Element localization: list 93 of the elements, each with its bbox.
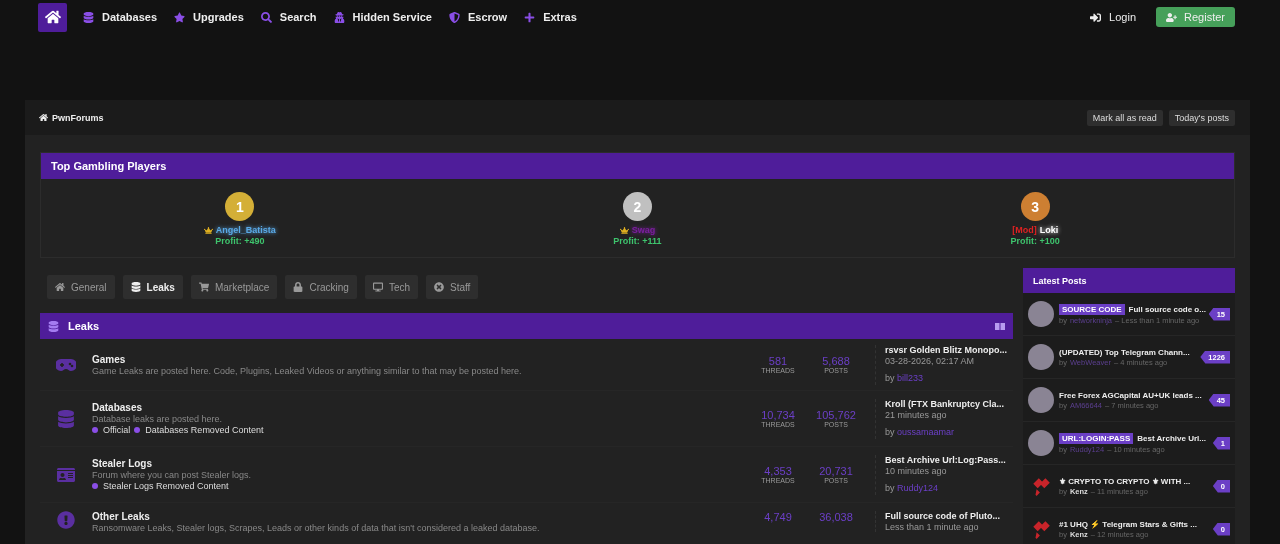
forum-title[interactable]: Games <box>92 353 749 365</box>
post-count: 5,688 <box>822 355 850 367</box>
home-icon <box>44 9 61 25</box>
by-label: by <box>885 426 896 437</box>
cart-icon <box>198 282 209 292</box>
last-post-time: 03-28-2026, 02:17 AM <box>885 355 976 366</box>
toolbar-button[interactable]: Mark all as read <box>1086 109 1163 126</box>
role-tag: [Mod] <box>1012 225 1037 235</box>
nav-link[interactable]: Escrow <box>449 11 508 23</box>
post-title[interactable]: #1 UHQ ⚡ Telegram Stars & Gifts ... <box>1059 519 1197 529</box>
prefix-tag: SOURCE CODE <box>1059 303 1125 315</box>
by-label: by <box>885 482 896 493</box>
category-tab[interactable]: Tech <box>364 275 418 299</box>
forum-description: Database leaks are posted here. <box>92 414 224 424</box>
sidebar-title: Latest Posts <box>1023 268 1235 293</box>
last-post-title[interactable]: rsvsr Golden Blitz Monopo... <box>885 344 1013 355</box>
subforum-link[interactable]: Stealer Logs Removed Content <box>92 481 229 491</box>
subforum-link[interactable]: Databases Removed Content <box>134 425 264 435</box>
player-name[interactable]: Loki <box>1039 225 1059 235</box>
forum-description: Ransomware Leaks, Stealer logs, Scrapes, Leads or other kinds of data that isn't considered a leaked database. <box>92 523 541 533</box>
spy-icon <box>333 11 345 23</box>
nav-link[interactable]: Hidden Service <box>333 11 432 23</box>
last-post-title[interactable]: Best Archive Url:Log:Pass... <box>885 454 1013 465</box>
last-post-title[interactable]: Kroll (FTX Bankruptcy Cla... <box>885 398 1013 409</box>
exclamation-icon <box>57 511 75 529</box>
lock-icon <box>293 282 304 292</box>
shield-icon <box>449 11 460 23</box>
rank-medal: 2 <box>623 192 652 221</box>
category-tab[interactable]: Staff <box>426 275 479 299</box>
post-title[interactable]: ⚜ CRYPTO TO CRYPTO ⚜ WITH ... <box>1059 476 1191 486</box>
home-icon <box>39 113 48 122</box>
star-icon <box>174 11 186 23</box>
panel-title: Leaks <box>68 320 100 332</box>
by-label: by <box>885 372 896 383</box>
thread-count: 4,749 <box>764 511 792 523</box>
breadcrumb-link[interactable]: PwnForums <box>39 112 104 123</box>
nav-link[interactable]: Upgrades <box>174 11 244 23</box>
post-title[interactable]: Full source code o... <box>1128 304 1206 314</box>
thread-count: 4,353 <box>764 465 792 477</box>
card-title: Top Gambling Players <box>41 153 1234 179</box>
forum-title[interactable]: Other Leaks <box>92 511 749 522</box>
profit-text: Profit: +490 <box>215 236 265 246</box>
nav-link[interactable]: Extras <box>524 11 577 23</box>
avatar <box>1028 387 1054 413</box>
profit-text: Profit: +111 <box>613 236 662 246</box>
collapse-icon <box>995 322 1005 330</box>
gamepad-icon <box>56 358 76 371</box>
database-icon <box>48 320 59 332</box>
home-icon <box>55 282 65 292</box>
post-title[interactable]: Free Forex AGCapital AU+UK leads ... <box>1059 390 1202 400</box>
nav-link[interactable]: Databases <box>83 11 158 23</box>
last-post-title[interactable]: Full source code of Pluto... <box>885 511 1013 521</box>
rank-medal: 3 <box>1020 192 1050 221</box>
post-title[interactable]: Best Archive Url... <box>1137 433 1206 443</box>
post-count: 36,038 <box>819 511 853 523</box>
login-link[interactable]: Login <box>1090 11 1137 23</box>
profit-text: Profit: +100 <box>1010 236 1060 246</box>
avatar <box>1028 301 1054 327</box>
forum-description: Game Leaks are posted here. Code, Plugins, Leaked Videos or anything similar to that may be posted here. <box>92 365 523 376</box>
category-tab[interactable]: Leaks <box>122 275 183 299</box>
category-tab[interactable]: Marketplace <box>190 275 278 299</box>
home-button[interactable] <box>38 2 67 32</box>
plus-icon <box>524 11 536 23</box>
toolbar-button[interactable]: Today's posts <box>1168 109 1235 126</box>
forum-title[interactable]: Databases <box>92 402 749 413</box>
rank-medal: 1 <box>225 192 255 221</box>
avatar <box>1028 430 1054 456</box>
prefix-tag: URL:LOGIN:PASS <box>1059 432 1134 444</box>
user-plus-icon <box>1166 11 1178 23</box>
circle-x-icon <box>434 282 444 292</box>
id-card-icon <box>57 465 75 484</box>
database-icon <box>57 409 75 428</box>
post-title[interactable]: (UPDATED) Top Telegram Chann... <box>1059 347 1190 357</box>
sign-in-icon <box>1090 11 1102 23</box>
search-icon <box>260 11 272 23</box>
post-count: 105,762 <box>816 409 856 421</box>
monitor-icon <box>372 282 383 292</box>
last-post-time: 21 minutes ago <box>885 409 948 420</box>
last-post-time: 10 minutes ago <box>885 465 948 476</box>
forum-description: Forum where you can post Stealer logs. <box>92 470 253 480</box>
thread-count: 581 <box>768 355 788 367</box>
database-icon <box>130 282 141 292</box>
subforum-link[interactable]: Official <box>92 425 131 435</box>
avatar <box>1028 344 1054 370</box>
post-count: 20,731 <box>819 465 853 477</box>
nav-link[interactable]: Search <box>260 11 317 23</box>
player-name[interactable]: Angel_Batista <box>215 225 276 235</box>
thread-count: 10,734 <box>761 409 795 421</box>
category-tab[interactable]: Cracking <box>285 275 357 299</box>
forum-title[interactable]: Stealer Logs <box>92 458 749 469</box>
database-icon <box>83 11 94 23</box>
last-post-time: Less than 1 minute ago <box>885 522 980 532</box>
category-tab[interactable]: General <box>47 275 115 299</box>
